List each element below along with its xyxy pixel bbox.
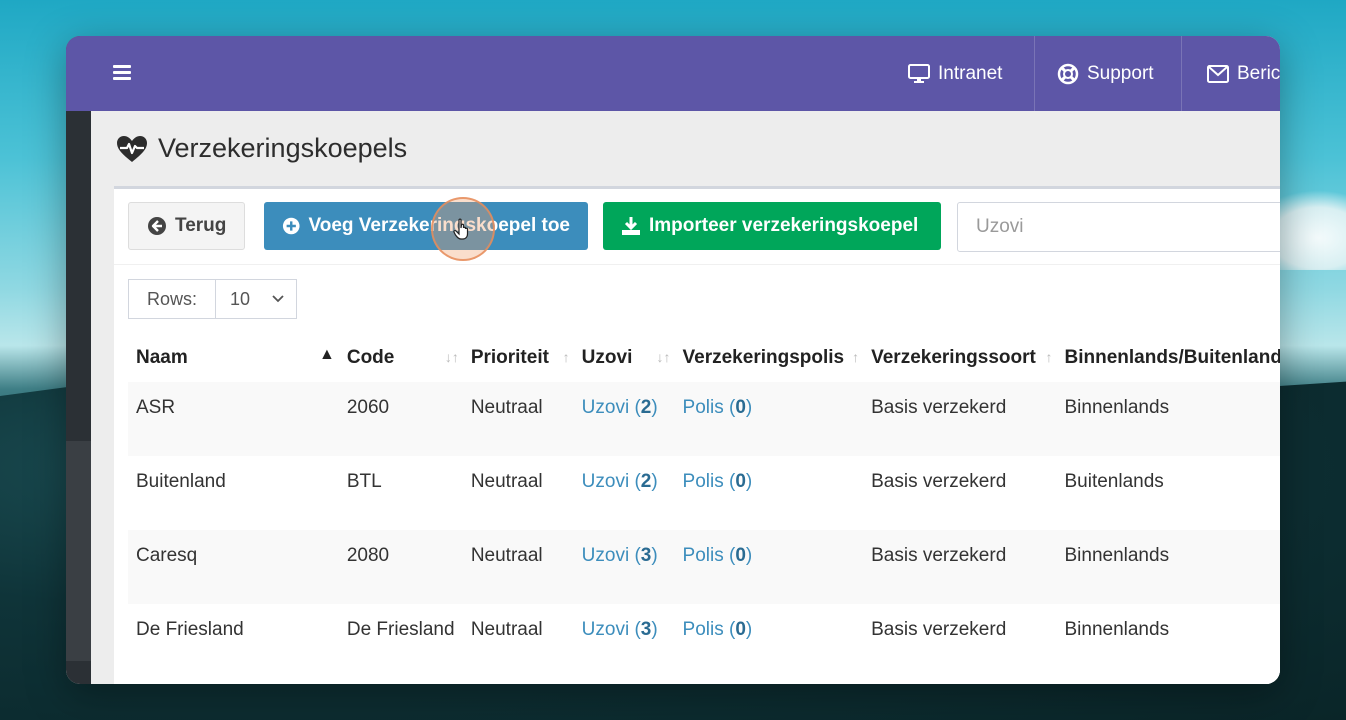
cell-soort: Basis verzekerd (871, 471, 1007, 492)
column-header-naam[interactable]: Naam ▲ (128, 334, 339, 382)
cell-code: 2060 (338, 382, 463, 456)
nav-intranet[interactable]: Intranet (886, 36, 1024, 111)
arrow-circle-left-icon (148, 217, 166, 235)
sort-icon: ↑ (852, 349, 860, 365)
cell-soort: Basis verzekerd (863, 382, 1057, 456)
nav-divider (1181, 36, 1182, 111)
cell-prioriteit: Neutraal (470, 471, 543, 492)
polis-link[interactable]: Polis (0) (683, 545, 753, 566)
top-navbar: Intranet Support Berich (66, 36, 1280, 111)
rows-label: Rows: (128, 279, 216, 319)
chevron-down-icon (272, 295, 284, 303)
table-row: ASR 2060 Neutraal Uzovi (2) Polis (0) Ba… (128, 382, 1280, 456)
cell-naam: Caresq (128, 530, 339, 604)
cell-naam: ASR (128, 382, 339, 456)
download-icon (622, 217, 640, 235)
table-row: Buitenland BTL Neutraal Uzovi (2) Polis … (128, 456, 1280, 530)
uzovi-link[interactable]: Uzovi (2) (582, 471, 658, 492)
page-title-text: Verzekeringskoepels (158, 133, 408, 163)
column-header-uzovi[interactable]: Uzovi ↓↑ (574, 334, 675, 382)
rows-per-page-select[interactable]: 10 (215, 279, 298, 319)
cell-land: Binnenlands (1056, 382, 1280, 456)
cell-uzovi: Uzovi (3) (574, 604, 675, 678)
uzovi-search-input[interactable] (957, 202, 1280, 252)
cell-land: Binnenlands (1064, 619, 1170, 640)
cell-uzovi: Uzovi (2) (574, 456, 675, 530)
cell-code: 2080 (338, 530, 463, 604)
cell-soort: Basis verzekerd (871, 619, 1007, 640)
uzovi-link[interactable]: Uzovi (2) (582, 397, 658, 418)
import-verzekeringskoepel-button[interactable]: Importeer verzekeringskoepel (603, 202, 941, 250)
back-button-label: Terug (175, 215, 227, 236)
cell-polis: Polis (0) (674, 530, 864, 604)
cell-land: Buitenlands (1064, 471, 1164, 492)
sort-icon: ↓↑ (444, 349, 459, 365)
sort-icon: ↑ (562, 349, 570, 365)
uzovi-link[interactable]: Uzovi (3) (582, 545, 658, 566)
nav-berichten-label: Berich (1237, 62, 1280, 84)
monitor-icon (908, 63, 930, 83)
cell-code: De Friesland (346, 619, 455, 640)
rows-per-page: Rows: 10 (128, 279, 298, 319)
table-row: De Friesland De Friesland Neutraal Uzovi… (128, 604, 1280, 678)
cell-prioriteit: Neutraal (462, 382, 574, 456)
left-sidebar (66, 36, 91, 684)
nav-intranet-label: Intranet (938, 62, 1003, 84)
menu-toggle-icon[interactable] (113, 65, 131, 81)
column-header-verzekeringspolis[interactable]: Verzekeringspolis ↑ (675, 334, 864, 382)
cell-soort: Basis verzekerd (863, 530, 1057, 604)
nav-support[interactable]: Support (1035, 36, 1176, 111)
uzovi-link[interactable]: Uzovi (3) (582, 619, 658, 640)
app-window: Intranet Support Berich Verzekeringskoep… (66, 36, 1280, 684)
sort-icon: ↑ (1045, 349, 1053, 365)
polis-link[interactable]: Polis (0) (683, 471, 753, 492)
lifebuoy-icon (1057, 63, 1079, 84)
plus-circle-icon (282, 217, 300, 235)
cell-polis: Polis (0) (675, 456, 864, 530)
import-button-label: Importeer verzekeringskoepel (649, 215, 919, 236)
add-verzekeringskoepel-button[interactable]: Voeg Verzekeringskoepel toe (264, 202, 588, 250)
add-button-label: Voeg Verzekeringskoepel toe (308, 215, 570, 236)
cell-uzovi: Uzovi (3) (573, 530, 675, 604)
toolbar: Terug Voeg Verzekeringskoepel toe Import… (114, 189, 1280, 265)
cell-prioriteit: Neutraal (462, 530, 574, 604)
content-card: Terug Voeg Verzekeringskoepel toe Import… (114, 186, 1280, 684)
polis-link[interactable]: Polis (0) (683, 619, 753, 640)
main-content: Verzekeringskoepels Terug Voeg Verzekeri… (91, 111, 1280, 684)
column-header-land[interactable]: Binnenlands/Buitenland (1056, 334, 1280, 382)
back-button[interactable]: Terug (128, 202, 246, 250)
column-header-prioriteit[interactable]: Prioriteit ↑ (463, 334, 574, 382)
polis-link[interactable]: Polis (0) (683, 397, 753, 418)
cell-naam: De Friesland (136, 619, 244, 640)
sort-ascending-icon: ▲ (319, 346, 335, 363)
cell-polis: Polis (0) (674, 382, 864, 456)
nav-support-label: Support (1087, 62, 1154, 84)
rows-value: 10 (230, 288, 251, 309)
cell-land: Binnenlands (1056, 530, 1280, 604)
column-header-code[interactable]: Code ↓↑ (339, 334, 463, 382)
table-header-row: Naam ▲ Code ↓↑ Prioriteit ↑ Uzovi ↓↑ Verzeke… (128, 334, 1280, 382)
cell-polis: Polis (0) (675, 604, 864, 678)
table-row: Caresq 2080 Neutraal Uzovi (3) Polis (0)… (128, 530, 1280, 604)
page-title: Verzekeringskoepels (116, 133, 407, 164)
verzekeringskoepels-table: Naam ▲ Code ↓↑ Prioriteit ↑ Uzovi ↓↑ Verzeke… (128, 334, 1280, 678)
cell-prioriteit: Neutraal (470, 619, 543, 640)
cell-uzovi: Uzovi (2) (573, 382, 675, 456)
column-header-verzekeringssoort[interactable]: Verzekeringssoort ↑ (863, 334, 1056, 382)
heartbeat-icon (117, 135, 147, 162)
envelope-icon (1207, 64, 1229, 83)
cell-naam: Buitenland (136, 471, 226, 492)
cell-code: BTL (346, 471, 382, 492)
sort-icon: ↓↑ (656, 349, 671, 365)
nav-berichten[interactable]: Berich (1185, 36, 1280, 111)
